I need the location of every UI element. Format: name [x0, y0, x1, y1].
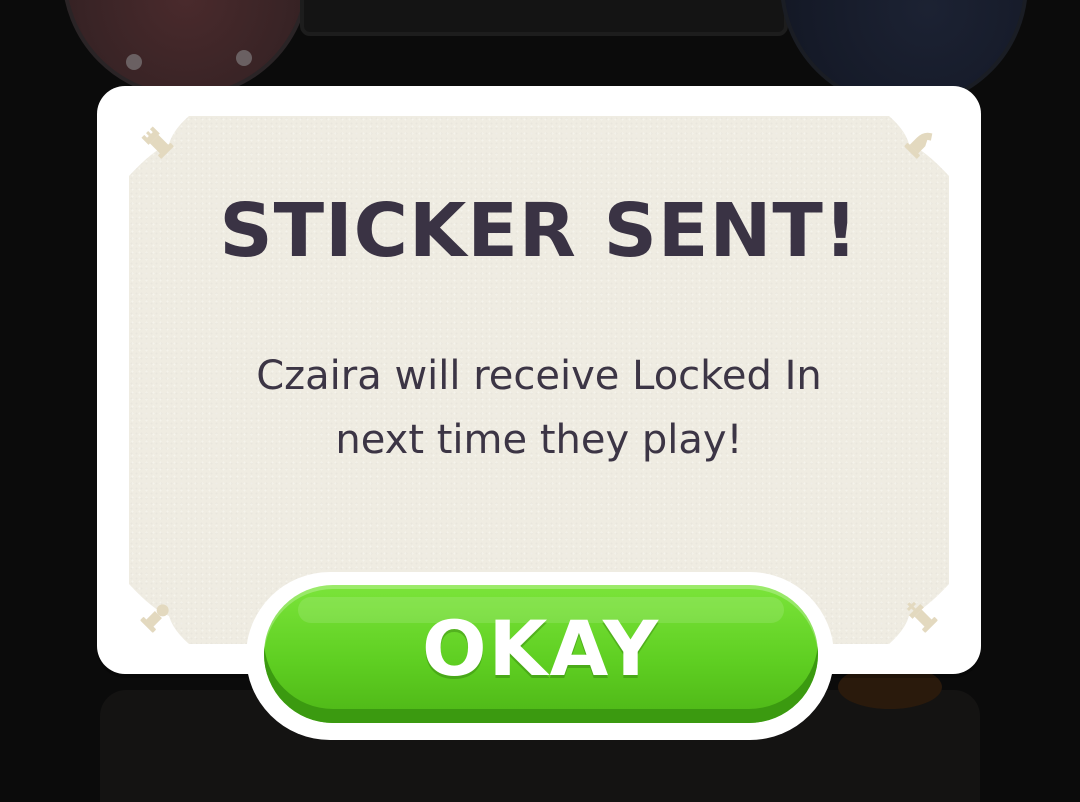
- screen: STICKER SENT! Czaira will receive Locked…: [0, 0, 1080, 802]
- flower-decoration: [126, 54, 142, 70]
- dialog-message-line: Czaira will receive Locked In: [256, 353, 822, 399]
- chess-piece-corner-icon: [129, 584, 189, 644]
- flower-decoration: [236, 50, 252, 66]
- dialog-message: Czaira will receive Locked In next time …: [199, 344, 879, 472]
- chess-piece-corner-icon: [129, 116, 189, 176]
- background-panel: [300, 0, 788, 36]
- chess-piece-corner-icon: [889, 584, 949, 644]
- dialog-message-line: next time they play!: [335, 417, 743, 463]
- background-thumbnail-left: [62, 0, 310, 98]
- okay-button-label: OKAY: [421, 604, 661, 693]
- dialog-panel: STICKER SENT! Czaira will receive Locked…: [129, 116, 949, 644]
- chess-piece-corner-icon: [889, 116, 949, 176]
- dialog-title: STICKER SENT!: [219, 188, 859, 274]
- okay-button[interactable]: OKAY: [264, 585, 818, 723]
